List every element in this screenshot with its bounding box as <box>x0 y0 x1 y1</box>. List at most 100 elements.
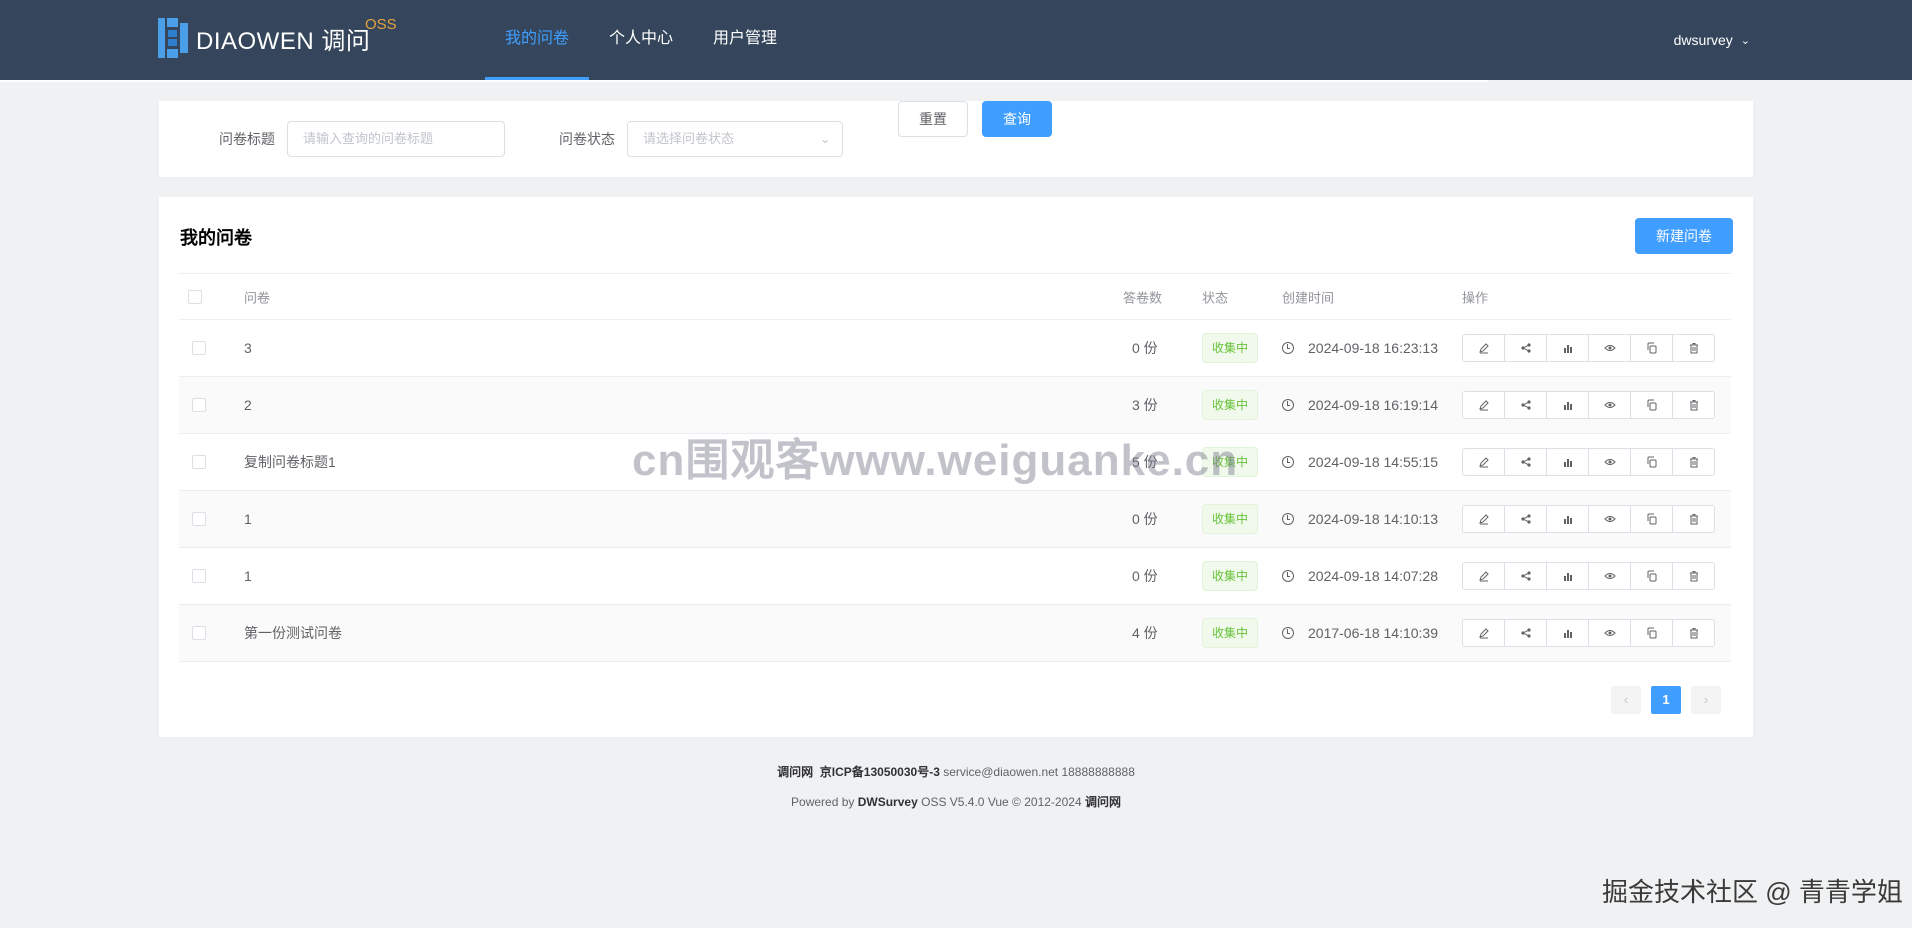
edit-icon <box>1478 570 1490 582</box>
footer-icp[interactable]: 京ICP备13050030号-3 <box>820 765 940 779</box>
share-button[interactable] <box>1504 391 1547 419</box>
edit-button[interactable] <box>1462 505 1505 533</box>
footer-version: OSS V5.4.0 Vue © 2012-2024 <box>921 795 1082 809</box>
watermark-center: cn围观客www.weiguanke.cn <box>632 436 1239 485</box>
delete-button[interactable] <box>1672 562 1715 590</box>
share-button[interactable] <box>1504 619 1547 647</box>
share-icon <box>1520 399 1532 411</box>
survey-name[interactable]: 第一份测试问卷 <box>244 623 342 643</box>
chart-button[interactable] <box>1546 391 1589 419</box>
chart-button[interactable] <box>1546 619 1589 647</box>
delete-button[interactable] <box>1672 391 1715 419</box>
title-filter-label: 问卷标题 <box>219 131 275 147</box>
row-actions <box>1462 619 1715 647</box>
share-icon <box>1520 513 1532 525</box>
edit-icon <box>1478 513 1490 525</box>
delete-icon <box>1688 627 1700 639</box>
nav-user-management[interactable]: 用户管理 <box>693 0 797 80</box>
footer-product[interactable]: DWSurvey <box>858 795 918 809</box>
survey-name[interactable]: 2 <box>244 397 252 413</box>
eye-button[interactable] <box>1588 334 1631 362</box>
table-header: 问卷 答卷数 状态 创建时间 操作 <box>179 273 1731 320</box>
row-checkbox[interactable] <box>192 569 206 583</box>
copy-button[interactable] <box>1630 448 1673 476</box>
copy-button[interactable] <box>1630 334 1673 362</box>
clock-icon <box>1282 456 1294 468</box>
new-survey-button[interactable]: 新建问卷 <box>1635 218 1733 254</box>
chart-button[interactable] <box>1546 562 1589 590</box>
brand-logo[interactable]: DIAOWEN 调问 OSS <box>158 16 397 58</box>
clock-icon <box>1282 513 1294 525</box>
share-button[interactable] <box>1504 448 1547 476</box>
edit-icon <box>1478 399 1490 411</box>
query-button[interactable]: 查询 <box>982 101 1052 137</box>
watermark-corner: 掘金技术社区 @ 青青学姐 <box>1602 877 1903 907</box>
title-search-input[interactable]: 请输入查询的问卷标题 <box>287 121 505 157</box>
survey-name[interactable]: 1 <box>244 511 252 527</box>
search-panel: 问卷标题 请输入查询的问卷标题 问卷状态 请选择问卷状态 ⌄ 重置 查询 <box>159 101 1753 177</box>
chart-button[interactable] <box>1546 448 1589 476</box>
edit-button[interactable] <box>1462 562 1505 590</box>
created-time-value: 2024-09-18 16:19:14 <box>1308 397 1438 413</box>
eye-button[interactable] <box>1588 391 1631 419</box>
chart-icon <box>1562 570 1574 582</box>
edit-button[interactable] <box>1462 391 1505 419</box>
share-button[interactable] <box>1504 334 1547 362</box>
edit-button[interactable] <box>1462 448 1505 476</box>
edit-button[interactable] <box>1462 334 1505 362</box>
table-row: 1 0 份 收集中 2024-09-18 14:07:28 <box>179 548 1731 605</box>
table-row: 第一份测试问卷 4 份 收集中 2017-06-18 14:10:39 <box>179 605 1731 662</box>
row-checkbox[interactable] <box>192 455 206 469</box>
eye-icon <box>1603 513 1616 525</box>
prev-page-button[interactable]: ‹ <box>1611 686 1641 714</box>
status-badge: 收集中 <box>1202 618 1259 648</box>
survey-name[interactable]: 复制问卷标题1 <box>244 452 336 472</box>
share-button[interactable] <box>1504 505 1547 533</box>
footer-contact: service@diaowen.net 18888888888 <box>943 765 1135 779</box>
row-checkbox[interactable] <box>192 626 206 640</box>
column-created: 创建时间 <box>1282 290 1335 305</box>
footer-powered-prefix: Powered by <box>791 795 855 809</box>
chart-button[interactable] <box>1546 334 1589 362</box>
delete-button[interactable] <box>1672 619 1715 647</box>
nav-profile[interactable]: 个人中心 <box>589 0 693 80</box>
created-time: 2024-09-18 14:07:28 <box>1282 568 1438 584</box>
chevron-down-icon: ⌄ <box>819 132 830 146</box>
eye-button[interactable] <box>1588 562 1631 590</box>
select-all-checkbox[interactable] <box>188 289 202 304</box>
clock-icon <box>1282 342 1294 354</box>
survey-name[interactable]: 3 <box>244 340 252 356</box>
delete-button[interactable] <box>1672 334 1715 362</box>
chart-button[interactable] <box>1546 505 1589 533</box>
title-search-placeholder: 请输入查询的问卷标题 <box>303 131 434 146</box>
nav-my-surveys[interactable]: 我的问卷 <box>485 0 590 80</box>
eye-button[interactable] <box>1588 505 1631 533</box>
copy-button[interactable] <box>1630 619 1673 647</box>
copy-button[interactable] <box>1630 391 1673 419</box>
next-page-button[interactable]: › <box>1691 686 1721 714</box>
page-1-button[interactable]: 1 <box>1651 686 1681 714</box>
header-underline <box>0 80 1488 82</box>
delete-button[interactable] <box>1672 448 1715 476</box>
edit-button[interactable] <box>1462 619 1505 647</box>
row-checkbox[interactable] <box>192 398 206 412</box>
status-select[interactable]: 请选择问卷状态 ⌄ <box>627 121 843 157</box>
status-badge: 收集中 <box>1202 333 1259 363</box>
reset-button[interactable]: 重置 <box>898 101 968 137</box>
delete-button[interactable] <box>1672 505 1715 533</box>
user-dropdown[interactable]: dwsurvey ⌄ <box>1674 0 1750 80</box>
row-checkbox[interactable] <box>192 512 206 526</box>
edit-icon <box>1478 627 1490 639</box>
copy-icon <box>1646 570 1658 582</box>
share-button[interactable] <box>1504 562 1547 590</box>
chart-icon <box>1562 342 1574 354</box>
copy-button[interactable] <box>1630 562 1673 590</box>
chevron-down-icon: ⌄ <box>1740 34 1750 47</box>
status-select-placeholder: 请选择问卷状态 <box>643 131 735 146</box>
survey-name[interactable]: 1 <box>244 568 252 584</box>
eye-button[interactable] <box>1588 619 1631 647</box>
created-time-value: 2024-09-18 14:10:13 <box>1308 511 1438 527</box>
row-checkbox[interactable] <box>192 341 206 355</box>
eye-button[interactable] <box>1588 448 1631 476</box>
copy-button[interactable] <box>1630 505 1673 533</box>
